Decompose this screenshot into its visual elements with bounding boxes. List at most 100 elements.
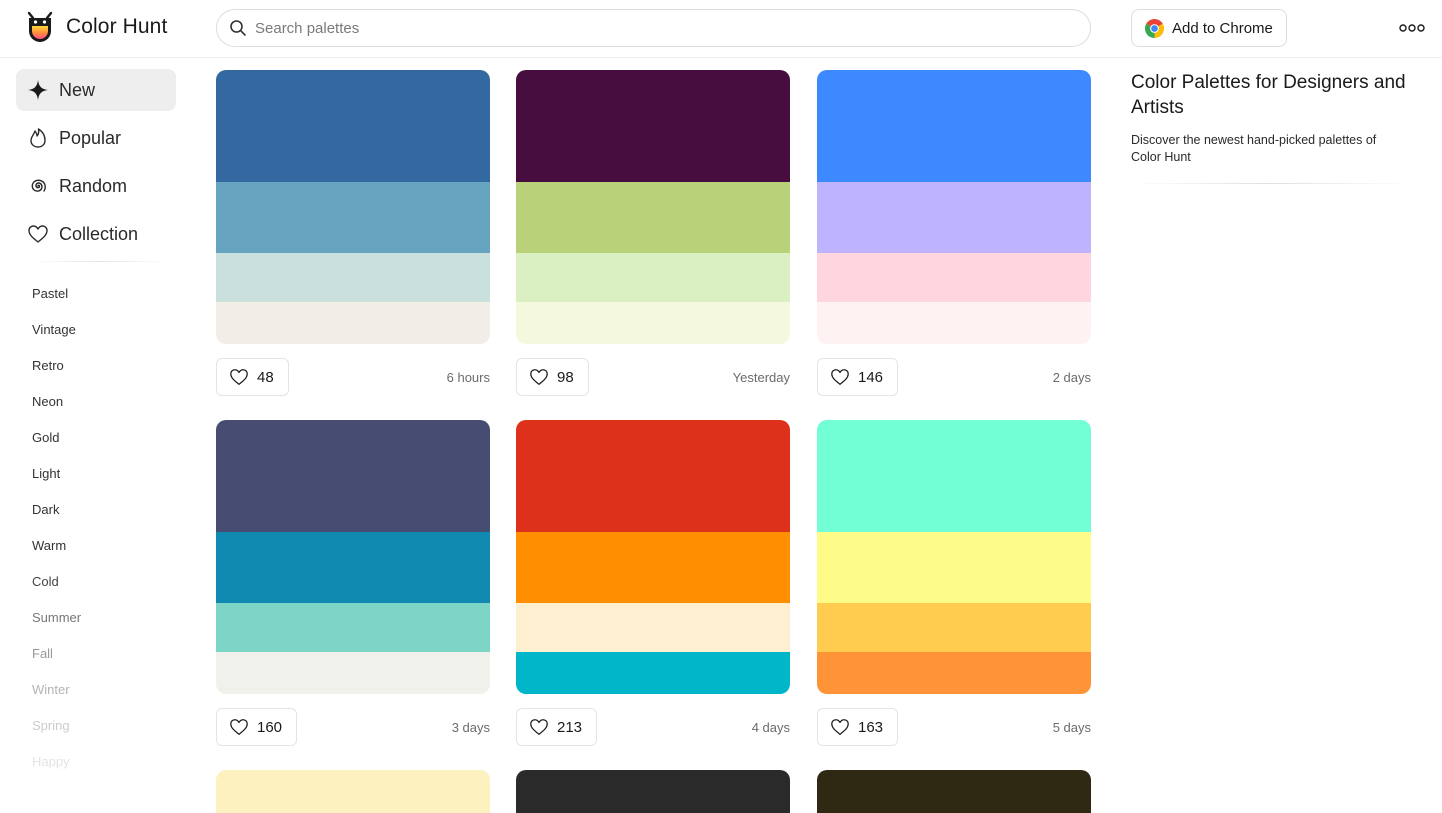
color-swatch[interactable] bbox=[817, 302, 1091, 344]
palette-date: 6 hours bbox=[446, 370, 490, 385]
tag-spring[interactable]: Spring bbox=[16, 708, 176, 744]
color-swatch[interactable] bbox=[817, 652, 1091, 694]
color-swatch[interactable] bbox=[516, 603, 790, 652]
palette-card-partial[interactable] bbox=[817, 770, 1091, 813]
tag-summer[interactable]: Summer bbox=[16, 600, 176, 636]
nav-item-popular[interactable]: Popular bbox=[16, 117, 176, 159]
palette-card: 98 Yesterday bbox=[516, 70, 790, 398]
color-swatch[interactable] bbox=[817, 253, 1091, 302]
color-swatch[interactable] bbox=[817, 70, 1091, 182]
nav-label-popular: Popular bbox=[59, 127, 122, 148]
chrome-icon bbox=[1145, 18, 1164, 38]
like-button[interactable]: 98 bbox=[516, 358, 589, 396]
color-swatch[interactable] bbox=[516, 70, 790, 182]
tag-warm[interactable]: Warm bbox=[16, 528, 176, 564]
color-swatch[interactable] bbox=[216, 253, 490, 302]
like-count: 160 bbox=[257, 718, 283, 736]
color-swatch[interactable] bbox=[216, 652, 490, 694]
heart-icon bbox=[530, 369, 548, 385]
palette-swatches[interactable] bbox=[516, 70, 790, 344]
card-footer: 146 2 days bbox=[817, 358, 1091, 398]
search-bar[interactable] bbox=[216, 9, 1091, 47]
more-menu-button[interactable] bbox=[1398, 18, 1426, 38]
like-count: 163 bbox=[858, 718, 884, 736]
color-swatch[interactable] bbox=[817, 532, 1091, 603]
header: Color Hunt Add to Chrome bbox=[0, 0, 1442, 58]
heart-icon bbox=[27, 223, 49, 245]
palette-card: 160 3 days bbox=[216, 420, 490, 748]
color-swatch[interactable] bbox=[516, 302, 790, 344]
app-name: Color Hunt bbox=[66, 15, 168, 38]
color-swatch[interactable] bbox=[817, 420, 1091, 532]
palette-card: 146 2 days bbox=[817, 70, 1091, 398]
like-button[interactable]: 160 bbox=[216, 708, 298, 746]
color-swatch[interactable] bbox=[516, 253, 790, 302]
tag-light[interactable]: Light bbox=[16, 456, 176, 492]
heart-icon bbox=[230, 369, 248, 385]
palette-card: 213 4 days bbox=[516, 420, 790, 748]
sidebar: New Popular Random Collection Pastel Vin… bbox=[16, 69, 176, 780]
tag-winter[interactable]: Winter bbox=[16, 672, 176, 708]
nav-item-new[interactable]: New bbox=[16, 69, 176, 111]
color-swatch[interactable] bbox=[817, 182, 1091, 253]
tag-happy[interactable]: Happy bbox=[16, 744, 176, 780]
like-count: 213 bbox=[557, 718, 583, 736]
more-icon bbox=[1399, 24, 1425, 32]
tag-retro[interactable]: Retro bbox=[16, 348, 176, 384]
palette-swatches[interactable] bbox=[216, 420, 490, 694]
color-swatch[interactable] bbox=[216, 70, 490, 182]
palette-date: 3 days bbox=[451, 720, 490, 735]
palette-swatches[interactable] bbox=[817, 420, 1091, 694]
tag-fall[interactable]: Fall bbox=[16, 636, 176, 672]
heart-icon bbox=[230, 719, 248, 735]
color-swatch[interactable] bbox=[216, 420, 490, 532]
about-divider bbox=[1131, 183, 1411, 184]
sidebar-divider bbox=[30, 261, 170, 262]
nav-label-new: New bbox=[59, 79, 96, 100]
about-title: Color Palettes for Designers and Artists bbox=[1131, 72, 1406, 118]
color-swatch[interactable] bbox=[216, 302, 490, 344]
like-button[interactable]: 146 bbox=[817, 358, 899, 396]
color-swatch[interactable] bbox=[216, 603, 490, 652]
nav-label-collection: Collection bbox=[59, 223, 139, 244]
tag-gold[interactable]: Gold bbox=[16, 420, 176, 456]
card-footer: 48 6 hours bbox=[216, 358, 490, 398]
tag-vintage[interactable]: Vintage bbox=[16, 312, 176, 348]
about-panel: Color Palettes for Designers and Artists… bbox=[1131, 70, 1411, 184]
color-swatch[interactable] bbox=[516, 652, 790, 694]
search-icon bbox=[230, 20, 246, 36]
color-swatch[interactable] bbox=[516, 420, 790, 532]
nav-item-collection[interactable]: Collection bbox=[16, 213, 176, 255]
tag-pastel[interactable]: Pastel bbox=[16, 276, 176, 312]
palette-date: 5 days bbox=[1052, 720, 1091, 735]
palette-swatches[interactable] bbox=[817, 70, 1091, 344]
color-swatch[interactable] bbox=[817, 603, 1091, 652]
like-button[interactable]: 163 bbox=[817, 708, 899, 746]
card-footer: 213 4 days bbox=[516, 708, 790, 748]
color-swatch[interactable] bbox=[216, 182, 490, 253]
color-swatch[interactable] bbox=[516, 532, 790, 603]
palette-date: 4 days bbox=[751, 720, 790, 735]
palette-card-partial[interactable] bbox=[216, 770, 490, 813]
nav-item-random[interactable]: Random bbox=[16, 165, 176, 207]
heart-icon bbox=[530, 719, 548, 735]
like-count: 98 bbox=[557, 368, 574, 386]
spiral-icon bbox=[27, 175, 49, 197]
add-to-chrome-button[interactable]: Add to Chrome bbox=[1131, 9, 1287, 47]
tag-neon[interactable]: Neon bbox=[16, 384, 176, 420]
tag-cold[interactable]: Cold bbox=[16, 564, 176, 600]
card-footer: 98 Yesterday bbox=[516, 358, 790, 398]
heart-icon bbox=[831, 719, 849, 735]
tag-dark[interactable]: Dark bbox=[16, 492, 176, 528]
palette-swatches[interactable] bbox=[516, 420, 790, 694]
color-swatch[interactable] bbox=[516, 182, 790, 253]
card-footer: 160 3 days bbox=[216, 708, 490, 748]
search-input[interactable] bbox=[255, 19, 1055, 37]
like-button[interactable]: 48 bbox=[216, 358, 289, 396]
color-swatch[interactable] bbox=[216, 532, 490, 603]
like-button[interactable]: 213 bbox=[516, 708, 598, 746]
palette-card-partial[interactable] bbox=[516, 770, 790, 813]
palette-swatches[interactable] bbox=[216, 70, 490, 344]
logo[interactable]: Color Hunt bbox=[24, 9, 167, 45]
heart-icon bbox=[831, 369, 849, 385]
